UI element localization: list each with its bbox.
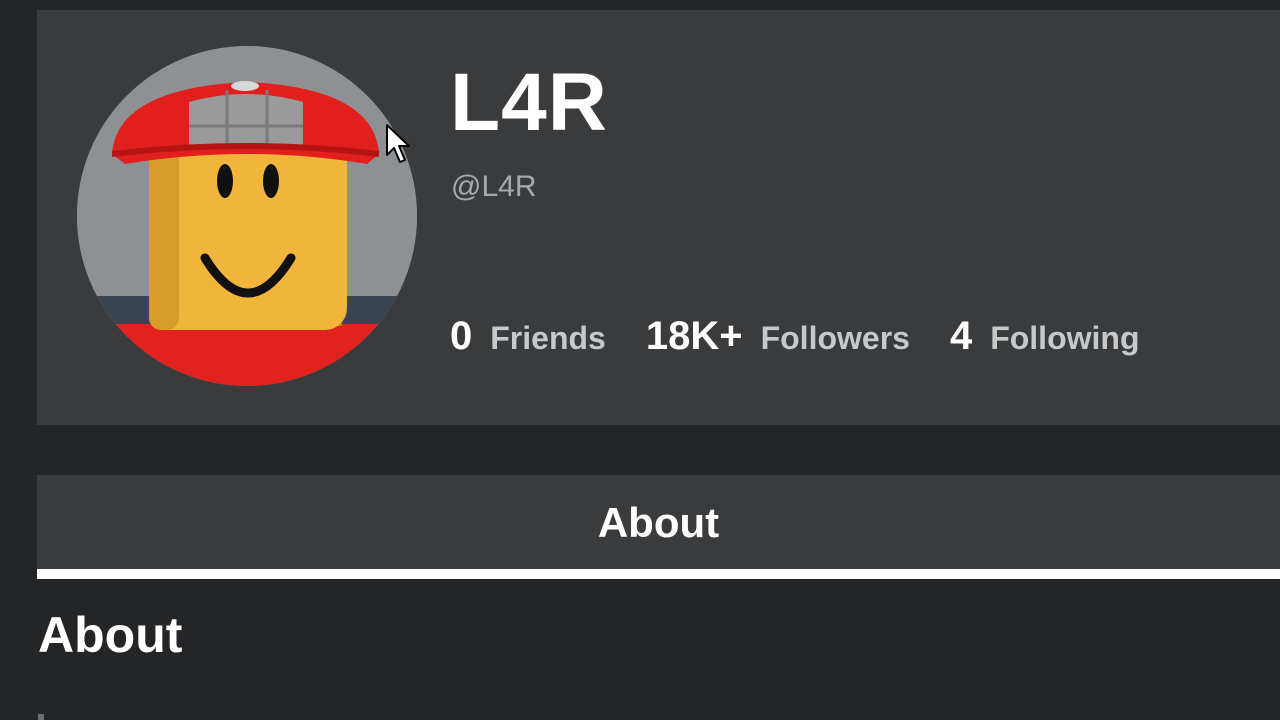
followers-count: 18K+ <box>645 314 743 358</box>
followers-label: Followers <box>760 320 910 356</box>
stat-following[interactable]: 4 Following <box>950 314 1140 359</box>
username: @L4R <box>451 170 537 203</box>
display-name: L4R <box>450 57 608 148</box>
mouse-pointer-icon <box>386 124 410 163</box>
following-count: 4 <box>949 314 973 358</box>
about-section-heading: About <box>38 607 183 663</box>
profile-stats: 0 Friends 18K+ Followers 4 Following <box>450 314 1179 359</box>
following-label: Following <box>990 320 1140 356</box>
friends-label: Friends <box>490 320 606 356</box>
avatar[interactable] <box>77 46 417 386</box>
friends-count: 0 <box>450 314 473 358</box>
profile-page: L4R @L4R 0 Friends 18K+ Followers 4 Foll… <box>0 0 1280 720</box>
tab-about[interactable]: About <box>37 475 1280 570</box>
stat-followers[interactable]: 18K+ Followers <box>646 314 910 359</box>
stat-friends[interactable]: 0 Friends <box>450 314 606 359</box>
about-content-cutoff <box>38 708 78 720</box>
profile-header-card: L4R @L4R 0 Friends 18K+ Followers 4 Foll… <box>37 10 1280 425</box>
avatar-image <box>77 46 417 386</box>
profile-tab-bar: About <box>37 475 1280 570</box>
tab-selected-indicator <box>37 569 1280 579</box>
